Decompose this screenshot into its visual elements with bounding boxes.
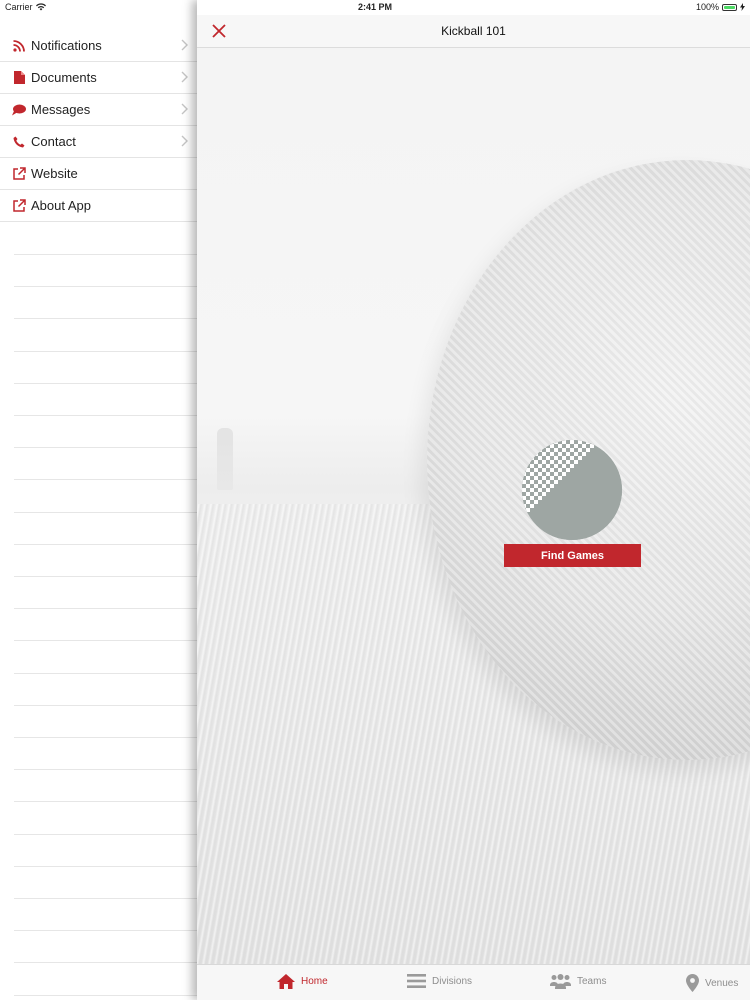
page-title: Kickball 101 (441, 24, 506, 38)
menu-item-website[interactable]: Website (0, 158, 197, 190)
status-bar: Carrier 2:41 PM 100% (0, 0, 750, 15)
row-separator (14, 576, 197, 577)
tab-divisions[interactable]: Divisions (407, 974, 472, 988)
menu-item-label: Notifications (31, 38, 102, 53)
row-separator (14, 705, 197, 706)
row-separator (14, 512, 197, 513)
chevron-right-icon (181, 103, 188, 115)
tab-label: Home (301, 976, 328, 987)
row-separator (14, 640, 197, 641)
main-panel: Kickball 101 Find Games Home Divisions T… (197, 0, 750, 1000)
row-separator (14, 834, 197, 835)
background-person (217, 428, 233, 490)
league-logo (522, 440, 622, 540)
navigation-bar: Kickball 101 (197, 15, 750, 48)
row-separator (14, 995, 197, 996)
external-link-icon (12, 199, 26, 213)
tab-teams[interactable]: Teams (550, 974, 606, 989)
row-separator (14, 962, 197, 963)
home-icon (277, 974, 295, 989)
menu-item-label: Documents (31, 70, 97, 85)
tab-home[interactable]: Home (277, 974, 328, 989)
chat-bubble-icon (12, 103, 26, 117)
tab-label: Teams (577, 976, 607, 987)
menu-item-label: Messages (31, 102, 91, 117)
chevron-right-icon (181, 135, 188, 147)
logo-graphic (522, 440, 622, 540)
row-separator (14, 769, 197, 770)
row-separator (14, 447, 197, 448)
menu-item-contact[interactable]: Contact (0, 126, 197, 158)
document-icon (12, 71, 26, 85)
map-pin-icon (686, 974, 699, 992)
external-link-icon (12, 167, 26, 181)
side-menu: Notifications Documents Messages Contact… (0, 15, 197, 1000)
tab-label: Divisions (432, 975, 473, 987)
menu-item-label: Contact (31, 134, 76, 149)
row-separator (14, 286, 197, 287)
row-separator (14, 415, 197, 416)
row-separator (14, 737, 197, 738)
find-games-button[interactable]: Find Games (504, 544, 641, 567)
tab-label: Venues (705, 977, 739, 989)
row-separator (14, 254, 197, 255)
row-separator (14, 608, 197, 609)
tab-bar: Home Divisions Teams Venues (197, 964, 750, 1000)
row-separator (14, 318, 197, 319)
battery-indicator: 100% (696, 2, 745, 12)
menu-item-notifications[interactable]: Notifications (0, 30, 197, 62)
row-separator (14, 930, 197, 931)
battery-percent: 100% (695, 2, 719, 12)
row-separator (14, 544, 197, 545)
row-separator (14, 351, 197, 352)
row-separator (14, 673, 197, 674)
battery-icon (722, 3, 737, 11)
chevron-right-icon (181, 39, 188, 51)
row-separator (14, 801, 197, 802)
charging-icon (740, 3, 745, 11)
list-icon (407, 974, 426, 988)
menu-item-messages[interactable]: Messages (0, 94, 197, 126)
menu-item-label: Website (31, 166, 78, 181)
menu-item-documents[interactable]: Documents (0, 62, 197, 94)
hero-background: Find Games (197, 48, 750, 964)
people-icon (550, 974, 571, 989)
tab-venues[interactable]: Venues (686, 974, 738, 992)
menu-item-label: About App (31, 198, 91, 213)
row-separator (14, 898, 197, 899)
row-separator (14, 866, 197, 867)
row-separator (14, 383, 197, 384)
phone-icon (12, 135, 26, 149)
clock: 2:41 PM (357, 2, 392, 12)
rss-icon (12, 39, 26, 53)
row-separator (14, 479, 197, 480)
menu-item-about-app[interactable]: About App (0, 190, 197, 222)
chevron-right-icon (181, 71, 188, 83)
